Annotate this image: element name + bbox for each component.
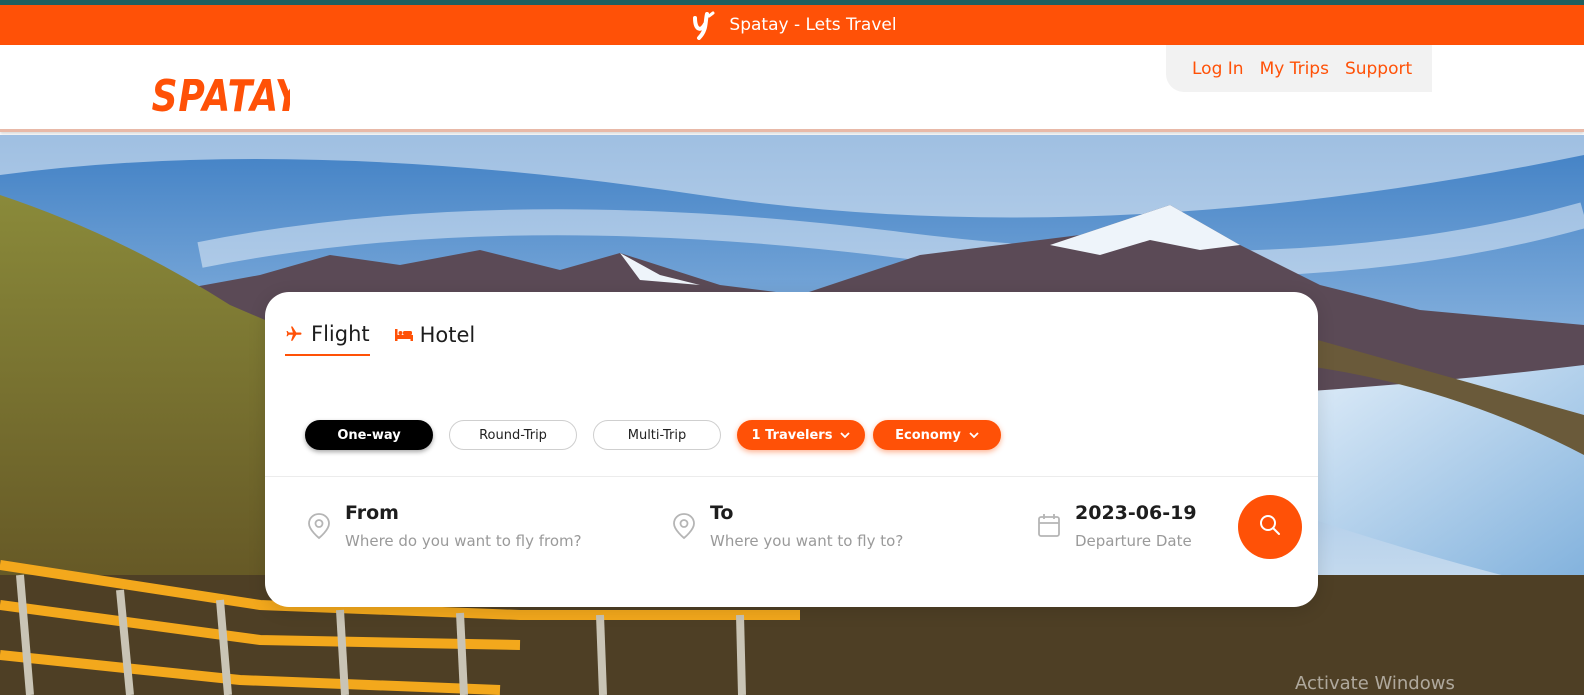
chevron-down-icon: [840, 428, 851, 443]
search-button[interactable]: [1238, 495, 1302, 559]
trip-type-one-way[interactable]: One-way: [305, 420, 433, 450]
departure-date-value: 2023-06-19: [1075, 502, 1197, 524]
brand-mark-icon: [687, 8, 721, 42]
trip-options: One-way Round-Trip Multi-Trip 1 Traveler…: [305, 420, 1001, 450]
site-header: SPATAY Log In My Trips Support: [0, 45, 1584, 132]
top-banner: Spatay - Lets Travel: [0, 5, 1584, 45]
travelers-dropdown[interactable]: 1 Travelers: [737, 420, 865, 450]
search-tabs: Flight Hotel: [285, 322, 475, 356]
from-field[interactable]: From Where do you want to fly from?: [307, 502, 582, 550]
nav-login-link[interactable]: Log In: [1192, 59, 1244, 79]
departure-date-label: Departure Date: [1075, 532, 1192, 550]
svg-text:SPATAY: SPATAY: [152, 72, 290, 119]
top-nav: Log In My Trips Support: [1166, 45, 1432, 92]
to-title: To: [710, 502, 734, 524]
class-dropdown[interactable]: Economy: [873, 420, 1001, 450]
travelers-label: 1 Travelers: [751, 427, 833, 443]
tab-hotel[interactable]: Hotel: [394, 322, 476, 356]
site-logo[interactable]: SPATAY: [150, 63, 304, 122]
location-pin-icon: [672, 512, 696, 540]
tab-hotel-label: Hotel: [419, 323, 476, 347]
trip-type-round-trip[interactable]: Round-Trip: [449, 420, 577, 450]
card-divider: [265, 476, 1318, 477]
os-activation-watermark: Activate Windows: [1295, 673, 1455, 694]
search-icon: [1258, 513, 1282, 542]
trip-type-multi-trip[interactable]: Multi-Trip: [593, 420, 721, 450]
calendar-icon: [1037, 512, 1061, 540]
to-field[interactable]: To Where you want to fly to?: [672, 502, 903, 550]
departure-date-field[interactable]: 2023-06-19 Departure Date: [1037, 502, 1197, 550]
tab-flight[interactable]: Flight: [285, 322, 370, 356]
to-placeholder: Where you want to fly to?: [710, 532, 904, 550]
from-placeholder: Where do you want to fly from?: [345, 532, 582, 550]
chevron-down-icon: [969, 428, 979, 443]
nav-support-link[interactable]: Support: [1345, 59, 1412, 79]
location-pin-icon: [307, 512, 331, 540]
class-label: Economy: [895, 427, 961, 443]
tab-flight-label: Flight: [311, 322, 370, 346]
from-title: From: [345, 502, 399, 524]
bed-icon: [394, 325, 414, 345]
nav-my-trips-link[interactable]: My Trips: [1260, 59, 1329, 79]
plane-icon: [285, 324, 305, 344]
search-card: Flight Hotel One-way Round-Trip Multi-Tr…: [265, 292, 1318, 607]
banner-title: Spatay - Lets Travel: [729, 15, 897, 35]
